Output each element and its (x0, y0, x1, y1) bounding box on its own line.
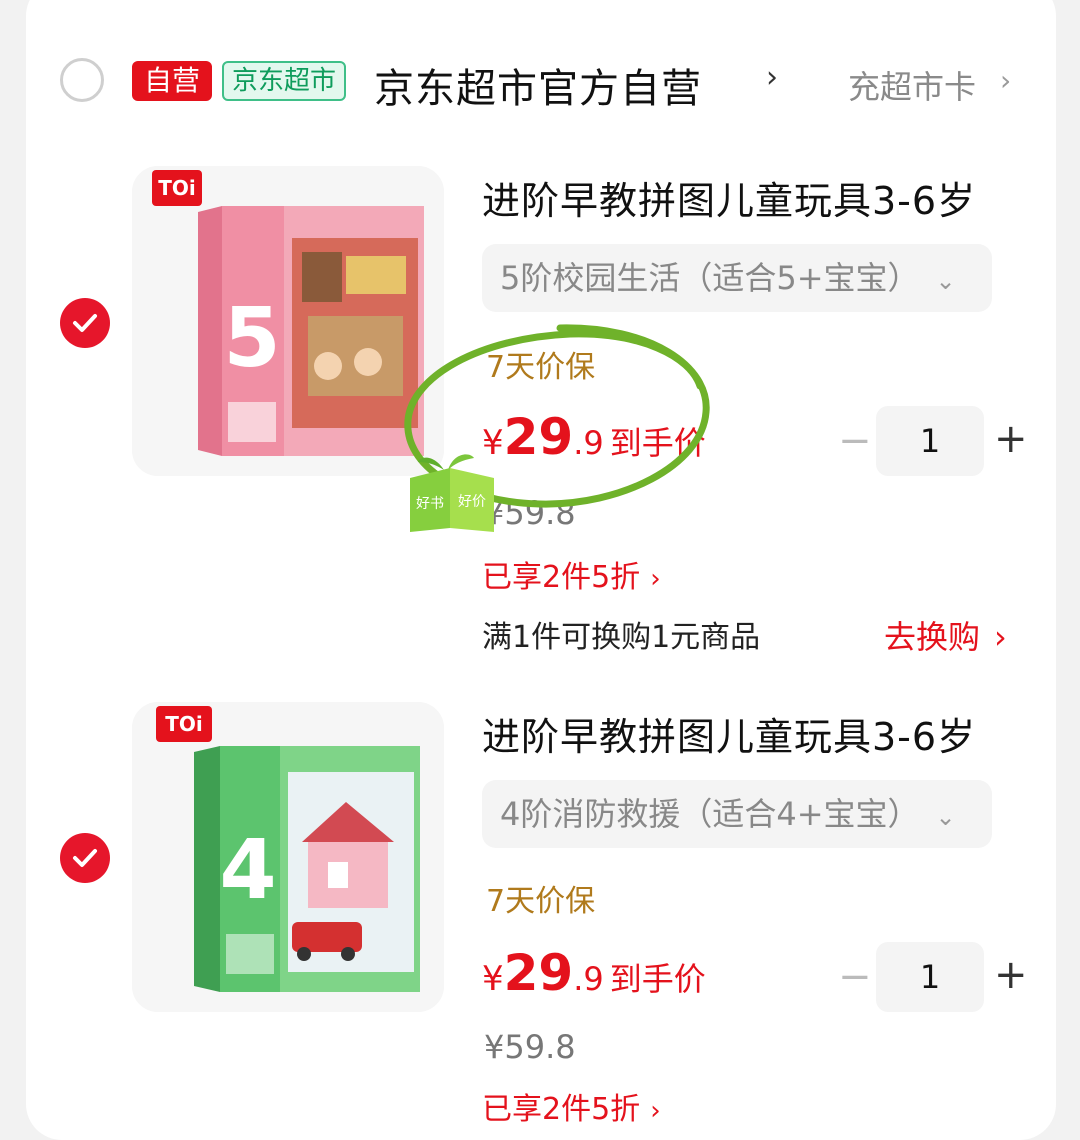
discount-link[interactable]: 已享2件5折 › (482, 1084, 661, 1128)
discount-link[interactable]: 已享2件5折 › (482, 552, 661, 596)
svg-text:5: 5 (223, 291, 280, 386)
minus-icon[interactable]: − (838, 418, 872, 464)
chevron-down-icon: ⌄ (935, 267, 956, 295)
brand-logo: TOi (158, 176, 196, 200)
sticker-text-left: 好书 (416, 496, 444, 512)
chevron-down-icon: ⌄ (935, 803, 956, 831)
variant-selector[interactable]: 4阶消防救援（适合4+宝宝） ⌄ (482, 780, 992, 848)
self-operated-tag: 自营 (132, 61, 213, 101)
product-title[interactable]: 进阶早教拼图儿童玩具3-6岁 (482, 706, 976, 761)
shop-select-radio-icon[interactable] (60, 58, 104, 102)
quantity-field[interactable]: 1 (876, 942, 984, 1012)
discount-label: 已享2件5折 (482, 1092, 641, 1127)
jd-market-tag: 京东超市 (222, 61, 347, 101)
price-suffix: 到手价 (609, 960, 706, 998)
chevron-right-icon[interactable]: › (1000, 64, 1011, 97)
variant-label: 4阶消防救援（适合4+宝宝） (500, 795, 920, 833)
product-thumbnail[interactable]: TOi 4 (132, 702, 444, 1012)
minus-icon[interactable]: − (838, 954, 872, 1000)
price-line: ¥29.9 到手价 (482, 944, 706, 1002)
plus-icon[interactable]: + (994, 952, 1028, 998)
price-integer: 29 (503, 944, 574, 1002)
recharge-card-link[interactable]: 充超市卡 (848, 62, 976, 108)
item-check-icon[interactable] (60, 833, 110, 883)
price-decimal: .9 (573, 960, 604, 998)
quantity-field[interactable]: 1 (876, 406, 984, 476)
currency-symbol: ¥ (482, 959, 504, 999)
discount-label: 已享2件5折 (482, 560, 641, 595)
check-icon (73, 849, 97, 867)
variant-label: 5阶校园生活（适合5+宝宝） (500, 259, 920, 297)
shop-name[interactable]: 京东超市官方自营 (374, 56, 702, 114)
sticker-icon: 好书 好价 (410, 454, 494, 532)
chevron-right-icon: › (650, 1096, 661, 1126)
item-check-icon[interactable] (60, 298, 110, 348)
svg-text:4: 4 (219, 823, 276, 918)
chevron-right-icon: › (650, 564, 661, 594)
product-title[interactable]: 进阶早教拼图儿童玩具3-6岁 (482, 170, 976, 225)
exchange-offer-text: 满1件可换购1元商品 (482, 620, 761, 655)
plus-icon[interactable]: + (994, 416, 1028, 462)
brand-logo: TOi (165, 712, 203, 736)
go-exchange-button[interactable]: 去换购 › (884, 612, 1007, 658)
go-exchange-label: 去换购 (884, 618, 981, 656)
chevron-right-icon: › (994, 618, 1007, 656)
check-icon (73, 314, 97, 332)
original-price: ¥59.8 (484, 1028, 576, 1066)
variant-selector[interactable]: 5阶校园生活（适合5+宝宝） ⌄ (482, 244, 992, 312)
puzzle-box-image: TOi 4 (132, 702, 444, 1012)
price-guarantee-label: 7天价保 (486, 884, 596, 919)
sticker-text-right: 好价 (458, 494, 486, 510)
chevron-right-icon[interactable]: › (766, 60, 778, 95)
